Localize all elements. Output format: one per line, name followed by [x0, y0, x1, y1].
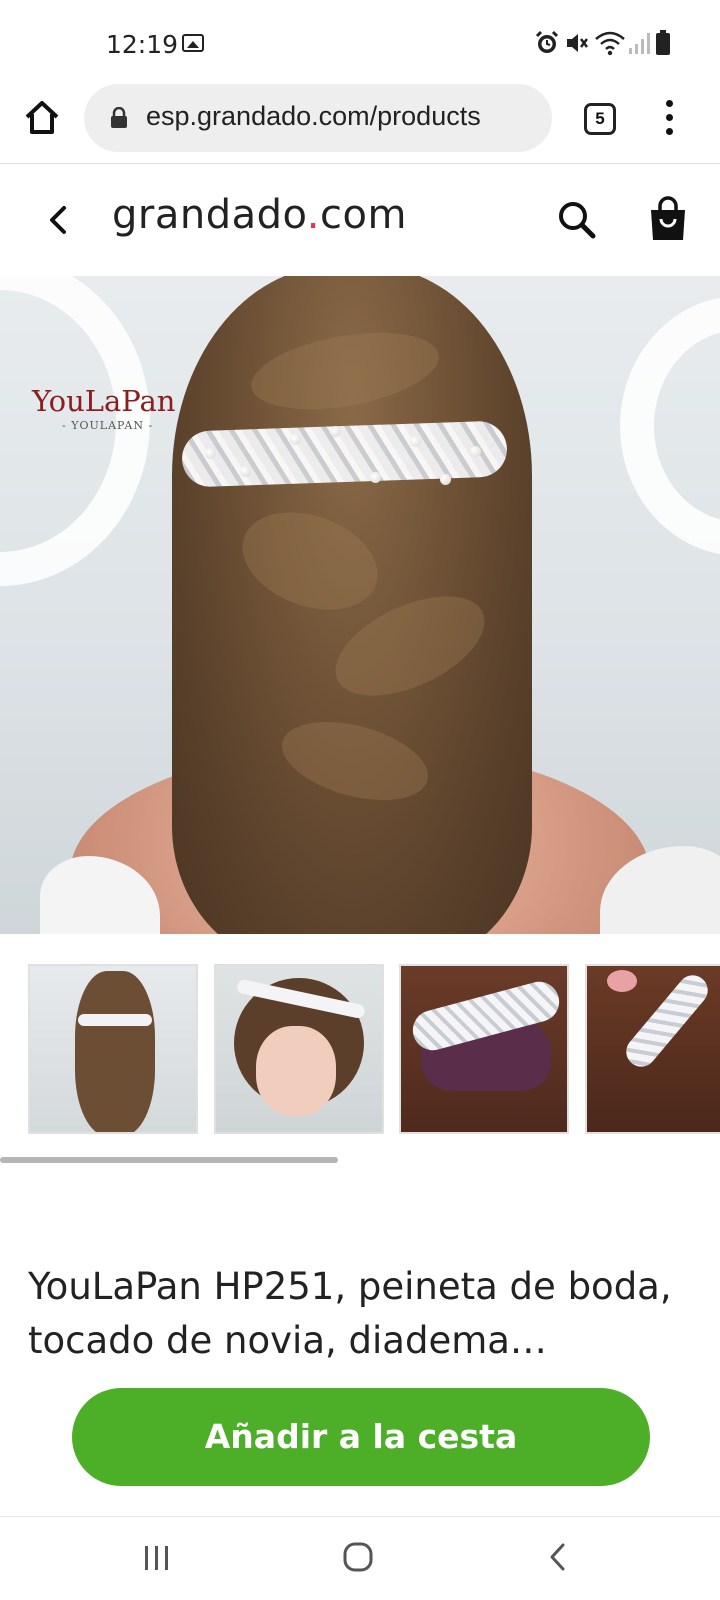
shopping-bag-icon[interactable]	[646, 194, 690, 244]
add-to-cart-button[interactable]: Añadir a la cesta	[72, 1388, 650, 1486]
search-icon[interactable]	[555, 198, 599, 242]
recent-apps-icon[interactable]	[142, 1543, 172, 1573]
lock-icon	[111, 107, 127, 128]
thumbnail-2[interactable]	[214, 964, 384, 1134]
url-text: esp.grandado.com/products	[146, 101, 481, 131]
thumbnail-scroll-track	[0, 1157, 720, 1163]
brand-watermark-sub: - YOULAPAN -	[62, 419, 154, 432]
product-main-image[interactable]: YouLaPan - YOULAPAN -	[0, 276, 720, 934]
product-title: YouLaPan HP251, peineta de boda, tocado …	[28, 1265, 672, 1362]
chevron-left-icon[interactable]	[40, 200, 80, 240]
battery-icon	[656, 30, 670, 55]
logo-dot: .	[306, 192, 320, 238]
home-circle-icon[interactable]	[342, 1541, 374, 1573]
tabs-icon[interactable]: 5	[584, 103, 616, 135]
brand-watermark: YouLaPan	[32, 384, 176, 418]
site-header: grandado.com	[0, 170, 720, 276]
home-icon[interactable]	[22, 98, 62, 138]
mute-icon	[567, 34, 588, 52]
wifi-icon	[595, 31, 625, 56]
more-vert-icon[interactable]	[658, 98, 682, 138]
back-icon[interactable]	[544, 1541, 574, 1573]
thumbnail-4[interactable]	[585, 964, 720, 1134]
thumbnail-3[interactable]	[399, 964, 569, 1134]
logo-tld: com	[319, 192, 407, 238]
site-logo[interactable]: grandado.com	[112, 192, 407, 238]
thumbnail-1[interactable]	[28, 964, 198, 1134]
alarm-icon	[535, 30, 559, 53]
system-navigation-bar	[0, 1516, 720, 1600]
browser-toolbar: esp.grandado.com/products 5	[0, 84, 720, 164]
signal-icon	[629, 33, 650, 54]
thumbnail-scroll-indicator[interactable]	[0, 1157, 338, 1163]
address-bar[interactable]: esp.grandado.com/products	[84, 84, 552, 152]
status-bar: 12:19	[0, 0, 720, 84]
thumbnail-strip[interactable]	[0, 962, 720, 1136]
logo-main: grandado	[112, 192, 307, 238]
status-time: 12:19	[106, 30, 179, 59]
gallery-icon	[182, 34, 204, 52]
